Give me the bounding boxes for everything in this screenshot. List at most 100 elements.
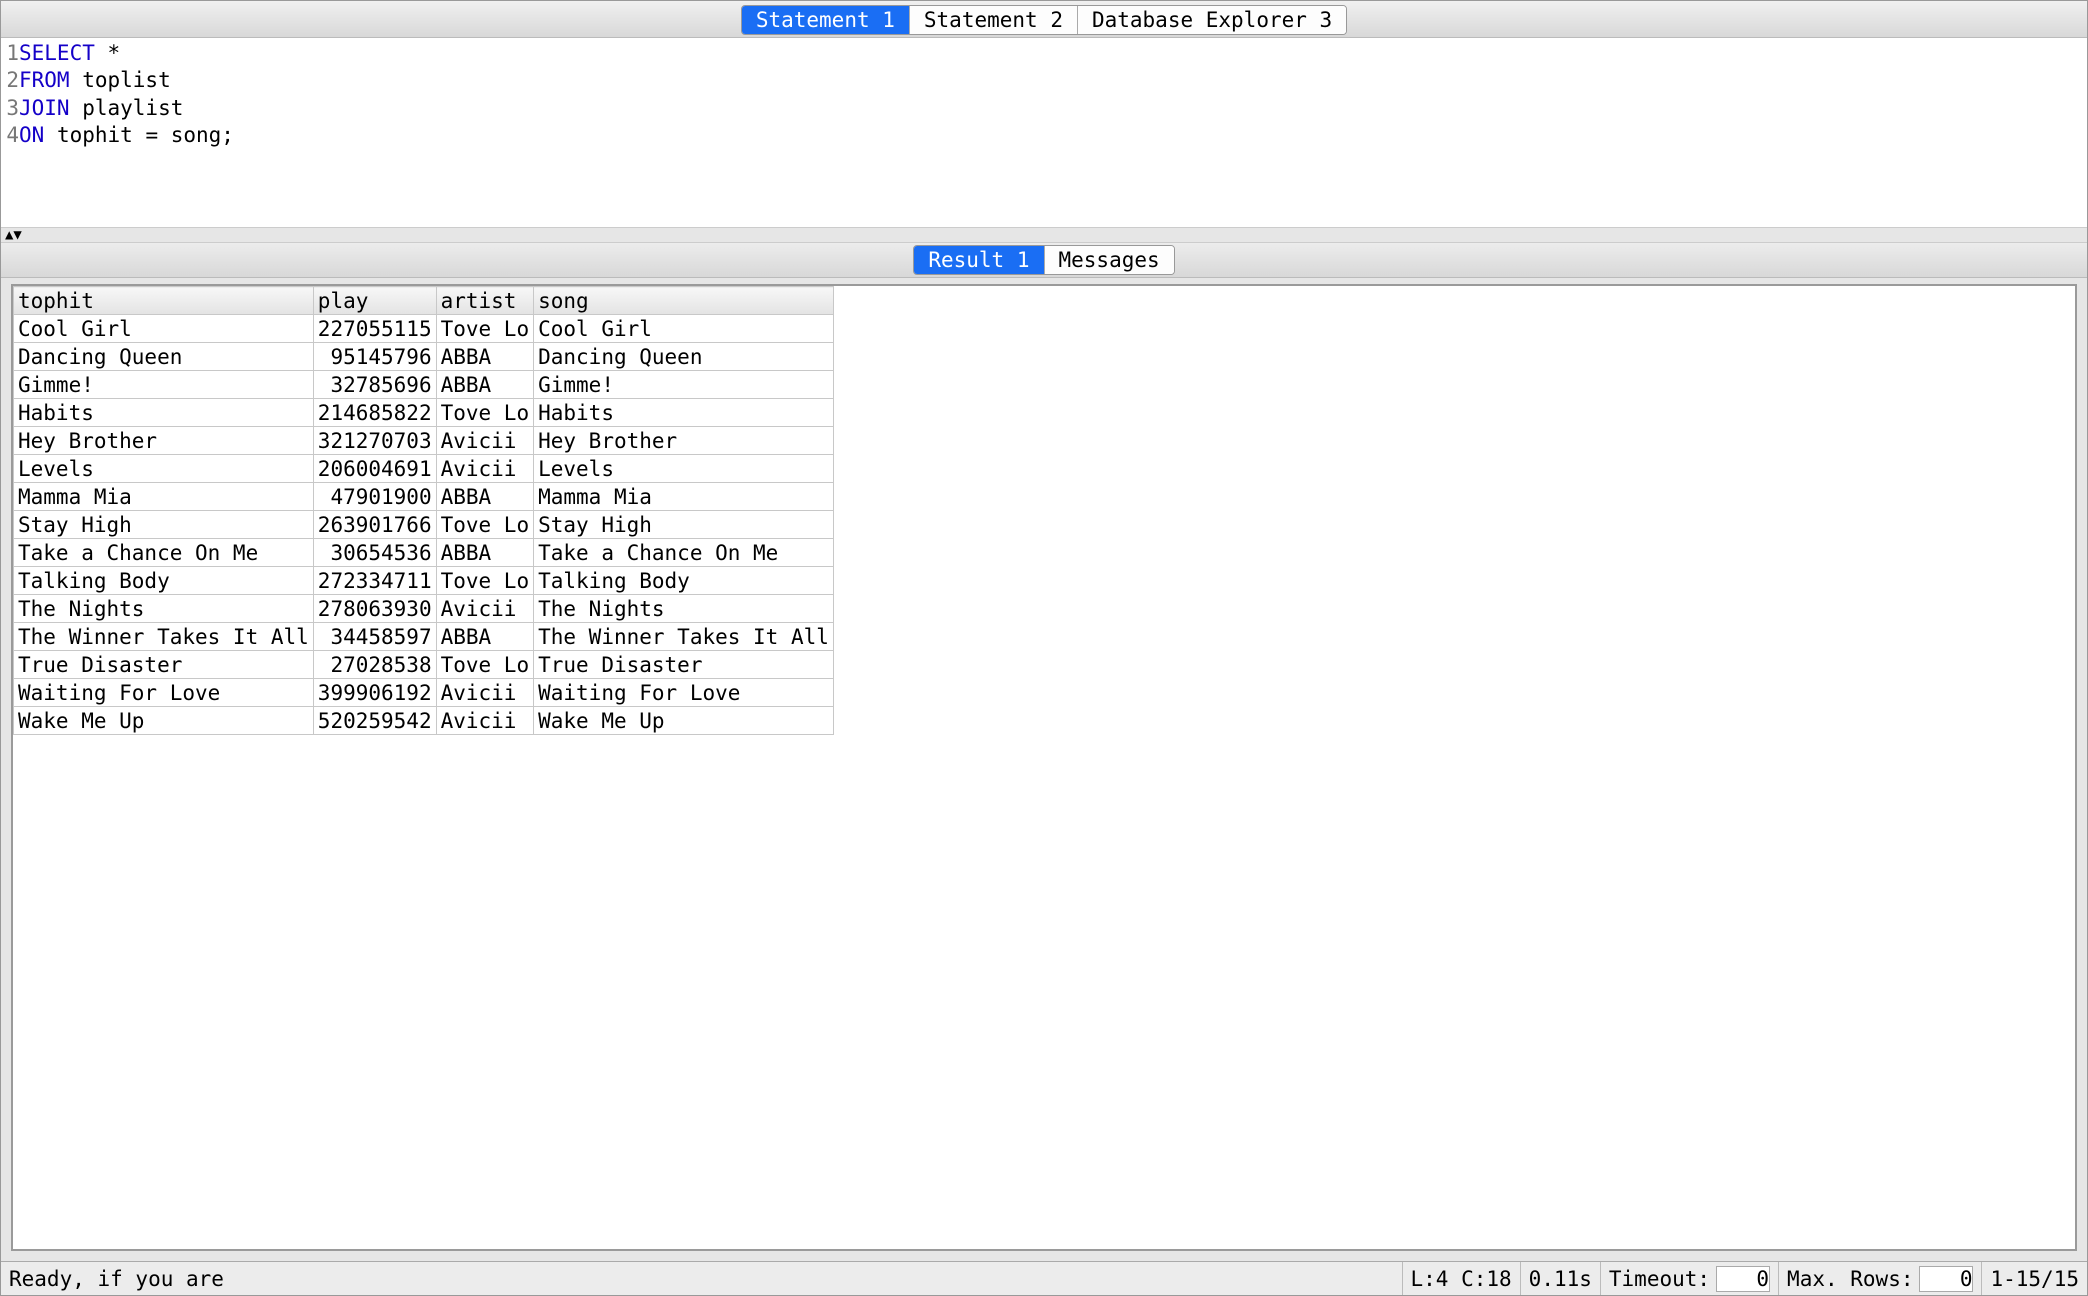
cell[interactable]: Levels xyxy=(14,455,314,483)
code-line[interactable]: 4ON tophit = song; xyxy=(1,122,2087,149)
cell[interactable]: 278063930 xyxy=(313,595,436,623)
statement-tab[interactable]: Database Explorer 3 xyxy=(1078,6,1346,34)
cell[interactable]: Dancing Queen xyxy=(14,343,314,371)
table-row[interactable]: True Disaster27028538Tove LoTrue Disaste… xyxy=(14,651,834,679)
cell[interactable]: ABBA xyxy=(436,539,534,567)
cell[interactable]: 520259542 xyxy=(313,707,436,735)
result-tab[interactable]: Messages xyxy=(1045,246,1174,274)
cell[interactable]: 214685822 xyxy=(313,399,436,427)
cell[interactable]: Avicii xyxy=(436,679,534,707)
cell[interactable]: Avicii xyxy=(436,455,534,483)
table-row[interactable]: Take a Chance On Me30654536ABBATake a Ch… xyxy=(14,539,834,567)
sql-keyword: FROM xyxy=(19,67,70,94)
code-line[interactable]: 1SELECT * xyxy=(1,40,2087,67)
cell[interactable]: 32785696 xyxy=(313,371,436,399)
cell[interactable]: Gimme! xyxy=(14,371,314,399)
line-number: 4 xyxy=(1,122,19,149)
cell[interactable]: 263901766 xyxy=(313,511,436,539)
cell[interactable]: Take a Chance On Me xyxy=(534,539,834,567)
table-row[interactable]: The Winner Takes It All34458597ABBAThe W… xyxy=(14,623,834,651)
table-row[interactable]: Habits214685822Tove LoHabits xyxy=(14,399,834,427)
status-maxrows: Max. Rows: xyxy=(1778,1262,1981,1295)
cell[interactable]: ABBA xyxy=(436,483,534,511)
table-row[interactable]: Dancing Queen95145796ABBADancing Queen xyxy=(14,343,834,371)
cell[interactable]: 272334711 xyxy=(313,567,436,595)
splitter-handle[interactable]: ▲▼ xyxy=(1,228,2087,243)
column-header[interactable]: artist xyxy=(436,287,534,315)
cell[interactable]: 227055115 xyxy=(313,315,436,343)
cell[interactable]: 27028538 xyxy=(313,651,436,679)
cell[interactable]: Tove Lo xyxy=(436,315,534,343)
cell[interactable]: Cool Girl xyxy=(534,315,834,343)
cell[interactable]: Gimme! xyxy=(534,371,834,399)
cell[interactable]: Waiting For Love xyxy=(14,679,314,707)
table-row[interactable]: Levels206004691AviciiLevels xyxy=(14,455,834,483)
cell[interactable]: True Disaster xyxy=(14,651,314,679)
cell[interactable]: Tove Lo xyxy=(436,567,534,595)
cell[interactable]: Avicii xyxy=(436,595,534,623)
cell[interactable]: Tove Lo xyxy=(436,399,534,427)
cell[interactable]: 206004691 xyxy=(313,455,436,483)
column-header[interactable]: tophit xyxy=(14,287,314,315)
code-line[interactable]: 2FROM toplist xyxy=(1,67,2087,94)
cell[interactable]: Talking Body xyxy=(14,567,314,595)
cell[interactable]: Avicii xyxy=(436,707,534,735)
cell[interactable]: The Nights xyxy=(14,595,314,623)
table-row[interactable]: Gimme!32785696ABBAGimme! xyxy=(14,371,834,399)
status-cursor: L:4 C:18 xyxy=(1402,1262,1520,1295)
line-number: 2 xyxy=(1,67,19,94)
table-row[interactable]: Talking Body272334711Tove LoTalking Body xyxy=(14,567,834,595)
cell[interactable]: ABBA xyxy=(436,623,534,651)
cell[interactable]: 321270703 xyxy=(313,427,436,455)
cell[interactable]: The Winner Takes It All xyxy=(534,623,834,651)
table-row[interactable]: Hey Brother321270703AviciiHey Brother xyxy=(14,427,834,455)
results-table[interactable]: tophitplayartistsong Cool Girl227055115T… xyxy=(13,286,834,735)
table-row[interactable]: Wake Me Up520259542AviciiWake Me Up xyxy=(14,707,834,735)
cell[interactable]: Talking Body xyxy=(534,567,834,595)
table-row[interactable]: Stay High263901766Tove LoStay High xyxy=(14,511,834,539)
column-header[interactable]: play xyxy=(313,287,436,315)
cell[interactable]: Wake Me Up xyxy=(534,707,834,735)
cell[interactable]: Habits xyxy=(14,399,314,427)
column-header[interactable]: song xyxy=(534,287,834,315)
cell[interactable]: 399906192 xyxy=(313,679,436,707)
cell[interactable]: Take a Chance On Me xyxy=(14,539,314,567)
cell[interactable]: The Winner Takes It All xyxy=(14,623,314,651)
maxrows-input[interactable] xyxy=(1919,1266,1973,1292)
table-row[interactable]: Mamma Mia47901900ABBAMamma Mia xyxy=(14,483,834,511)
cell[interactable]: Stay High xyxy=(14,511,314,539)
cell[interactable]: Avicii xyxy=(436,427,534,455)
cell[interactable]: True Disaster xyxy=(534,651,834,679)
cell[interactable]: ABBA xyxy=(436,371,534,399)
cell[interactable]: Dancing Queen xyxy=(534,343,834,371)
code-line[interactable]: 3JOIN playlist xyxy=(1,95,2087,122)
cell[interactable]: Tove Lo xyxy=(436,511,534,539)
cell[interactable]: ABBA xyxy=(436,343,534,371)
result-tab[interactable]: Result 1 xyxy=(914,246,1044,274)
table-row[interactable]: Cool Girl227055115Tove LoCool Girl xyxy=(14,315,834,343)
cell[interactable]: Mamma Mia xyxy=(534,483,834,511)
cell[interactable]: Hey Brother xyxy=(534,427,834,455)
statement-tabbar: Statement 1Statement 2Database Explorer … xyxy=(1,1,2087,38)
cell[interactable]: Wake Me Up xyxy=(14,707,314,735)
cell[interactable]: 30654536 xyxy=(313,539,436,567)
cell[interactable]: Cool Girl xyxy=(14,315,314,343)
cell[interactable]: 47901900 xyxy=(313,483,436,511)
cell[interactable]: Habits xyxy=(534,399,834,427)
cell[interactable]: The Nights xyxy=(534,595,834,623)
cell[interactable]: Hey Brother xyxy=(14,427,314,455)
table-row[interactable]: The Nights278063930AviciiThe Nights xyxy=(14,595,834,623)
results-header-row: tophitplayartistsong xyxy=(14,287,834,315)
statement-tab[interactable]: Statement 2 xyxy=(910,6,1078,34)
statement-tab[interactable]: Statement 1 xyxy=(742,6,910,34)
sql-editor[interactable]: 1SELECT *2FROM toplist3JOIN playlist4ON … xyxy=(1,38,2087,228)
cell[interactable]: Stay High xyxy=(534,511,834,539)
cell[interactable]: 95145796 xyxy=(313,343,436,371)
cell[interactable]: Waiting For Love xyxy=(534,679,834,707)
cell[interactable]: 34458597 xyxy=(313,623,436,651)
table-row[interactable]: Waiting For Love399906192AviciiWaiting F… xyxy=(14,679,834,707)
cell[interactable]: Levels xyxy=(534,455,834,483)
timeout-input[interactable] xyxy=(1716,1266,1770,1292)
cell[interactable]: Mamma Mia xyxy=(14,483,314,511)
cell[interactable]: Tove Lo xyxy=(436,651,534,679)
